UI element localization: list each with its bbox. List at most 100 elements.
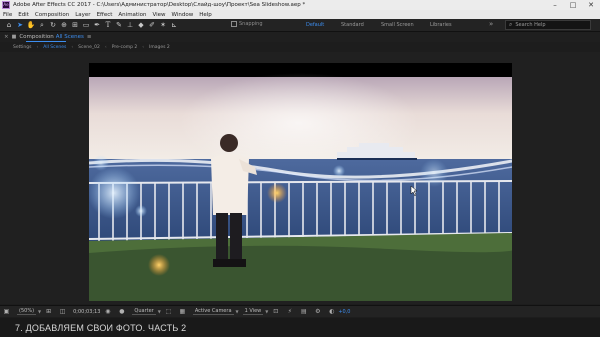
close-button[interactable]: ✕	[582, 0, 600, 10]
exposure-icon: ◐	[329, 308, 335, 315]
preview-image	[89, 63, 512, 301]
workspaces-overflow-button[interactable]: »	[489, 20, 493, 28]
menu-effect[interactable]: Effect	[97, 12, 113, 18]
video-caption: 7. ДОБАВЛЯЕМ СВОИ ФОТО. ЧАСТЬ 2	[0, 318, 600, 337]
transparency-grid-button[interactable]: ▦	[179, 308, 189, 315]
orbit-camera-tool-icon[interactable]: ⊕	[59, 20, 69, 31]
current-time-field[interactable]: 0;00;03;13	[73, 309, 100, 315]
fast-preview-icon: ⚡	[287, 308, 292, 315]
snapping-toggle[interactable]: Snapping	[231, 21, 263, 27]
eraser-tool-icon[interactable]: ◆	[136, 20, 146, 31]
flowchart-button[interactable]: ⚙	[314, 308, 324, 315]
nav-separator: ‹	[104, 44, 107, 50]
magnification-dropdown[interactable]: (50%) ▼	[17, 308, 41, 315]
color-channel-icon: ●	[119, 308, 125, 315]
nav-separator: ‹	[71, 44, 74, 50]
toggle-pixel-aspect-button[interactable]: ⊡	[272, 308, 282, 315]
puppet-pin-tool-icon[interactable]: ✶	[158, 20, 168, 31]
chevron-down-icon: ▼	[265, 309, 269, 314]
workspace-default[interactable]: Default	[306, 21, 324, 29]
after-effects-icon: Ae	[2, 1, 10, 9]
close-panel-icon[interactable]: ×	[4, 34, 9, 40]
grid-icon: ⊞	[46, 308, 52, 315]
snapping-label: Snapping	[239, 21, 263, 27]
nav-item-all-scenes[interactable]: All Scenes	[43, 45, 66, 50]
view-layout-value: 1 View	[242, 308, 264, 315]
lock-icon[interactable]: ■	[12, 34, 17, 40]
menu-file[interactable]: File	[3, 12, 12, 18]
nav-item-scene-02[interactable]: Scene_02	[78, 45, 100, 50]
rotate-tool-icon[interactable]: ↻	[48, 20, 58, 31]
menu-bar: File Edit Composition Layer Effect Anima…	[0, 10, 600, 19]
nav-item-images-2[interactable]: Images 2	[149, 45, 170, 50]
panel-menu-icon[interactable]: ≡	[87, 34, 92, 40]
composition-label: Composition	[19, 34, 54, 40]
mask-icon: ◫	[59, 308, 66, 315]
workspace-libraries[interactable]: Libraries	[430, 21, 452, 29]
region-of-interest-button[interactable]: ⬚	[165, 308, 175, 315]
camera-view-dropdown[interactable]: Active Camera ▼	[192, 308, 239, 315]
brush-tool-icon[interactable]: ✎	[114, 20, 124, 31]
type-tool-icon[interactable]: T	[103, 20, 113, 31]
menu-edit[interactable]: Edit	[18, 12, 29, 18]
camera-view-value: Active Camera	[192, 308, 234, 315]
search-help-input[interactable]	[515, 22, 586, 28]
always-preview-button[interactable]: ▣	[3, 308, 13, 315]
home-icon[interactable]: ⌂	[4, 20, 14, 31]
resolution-dropdown[interactable]: Quarter ▼	[132, 308, 161, 315]
resolution-value: Quarter	[132, 308, 156, 315]
chevron-down-icon: ▼	[235, 309, 239, 314]
roto-brush-tool-icon[interactable]: ✐	[147, 20, 157, 31]
tools-panel: ⌂ ➤ ✋ ⌕ ↻ ⊕ ⊞ ▭ ✒ T ✎ ⊥ ◆ ✐ ✶ ⊾ Snapping…	[0, 19, 600, 32]
flowchart-icon: ⚙	[315, 308, 321, 315]
clone-stamp-tool-icon[interactable]: ⊥	[125, 20, 135, 31]
hand-tool-icon[interactable]: ✋	[26, 20, 36, 31]
rectangle-tool-icon[interactable]: ▭	[81, 20, 91, 31]
window-title: Adobe After Effects CC 2017 - C:\Users\А…	[13, 2, 306, 8]
timecode: 0;00;03;13	[73, 308, 101, 315]
composition-viewer[interactable]	[0, 52, 600, 304]
workspace-small-screen[interactable]: Small Screen	[381, 21, 414, 29]
minimize-button[interactable]: –	[546, 0, 564, 10]
menu-animation[interactable]: Animation	[118, 12, 146, 18]
composition-panel-tab[interactable]: × ■ Composition All Scenes ≡	[0, 32, 600, 42]
preview-icon: ▣	[3, 308, 10, 315]
composition-navigator: Settings ‹ All Scenes ‹ Scene_02 ‹ Pre-c…	[0, 42, 600, 52]
axis-mode-icon[interactable]: ⊾	[169, 20, 179, 31]
menu-composition[interactable]: Composition	[35, 12, 69, 18]
menu-view[interactable]: View	[152, 12, 165, 18]
nav-separator: ‹	[36, 44, 39, 50]
search-help-box[interactable]: ⌕	[505, 20, 591, 30]
exposure-value[interactable]: +0,0	[338, 309, 350, 315]
pen-tool-icon[interactable]: ✒	[92, 20, 102, 31]
composition-frame[interactable]	[89, 63, 512, 301]
fast-previews-button[interactable]: ⚡	[286, 308, 296, 315]
snapshot-button[interactable]: ◉	[104, 308, 114, 315]
view-layout-dropdown[interactable]: 1 View ▼	[242, 308, 269, 315]
nav-item-pre-comp-2[interactable]: Pre-comp 2	[112, 45, 138, 50]
menu-layer[interactable]: Layer	[75, 12, 90, 18]
camera-icon: ◉	[105, 308, 111, 315]
timeline-button[interactable]: ▤	[300, 308, 310, 315]
menu-window[interactable]: Window	[172, 12, 194, 18]
timeline-icon: ▤	[300, 308, 307, 315]
pan-behind-tool-icon[interactable]: ⊞	[70, 20, 80, 31]
chevron-down-icon: ▼	[38, 309, 42, 314]
nav-item-settings[interactable]: Settings	[13, 45, 31, 50]
search-icon: ⌕	[509, 21, 513, 28]
zoom-tool-icon[interactable]: ⌕	[37, 20, 47, 31]
selection-tool-icon[interactable]: ➤	[15, 20, 25, 31]
grid-button[interactable]: ⊞	[45, 308, 55, 315]
maximize-button[interactable]: □	[564, 0, 582, 10]
checkerboard-icon: ▦	[179, 308, 186, 315]
nav-separator: ‹	[142, 44, 145, 50]
menu-help[interactable]: Help	[199, 12, 212, 18]
exposure-control[interactable]: ◐ +0,0	[328, 308, 350, 315]
show-channel-button[interactable]: ●	[118, 308, 128, 315]
composition-name[interactable]: All Scenes	[56, 34, 84, 40]
mask-visibility-button[interactable]: ◫	[59, 308, 69, 315]
chevron-down-icon: ▼	[157, 309, 161, 314]
snapping-checkbox[interactable]	[231, 21, 237, 27]
magnification-value: (50%)	[17, 308, 37, 315]
workspace-standard[interactable]: Standard	[341, 21, 364, 29]
